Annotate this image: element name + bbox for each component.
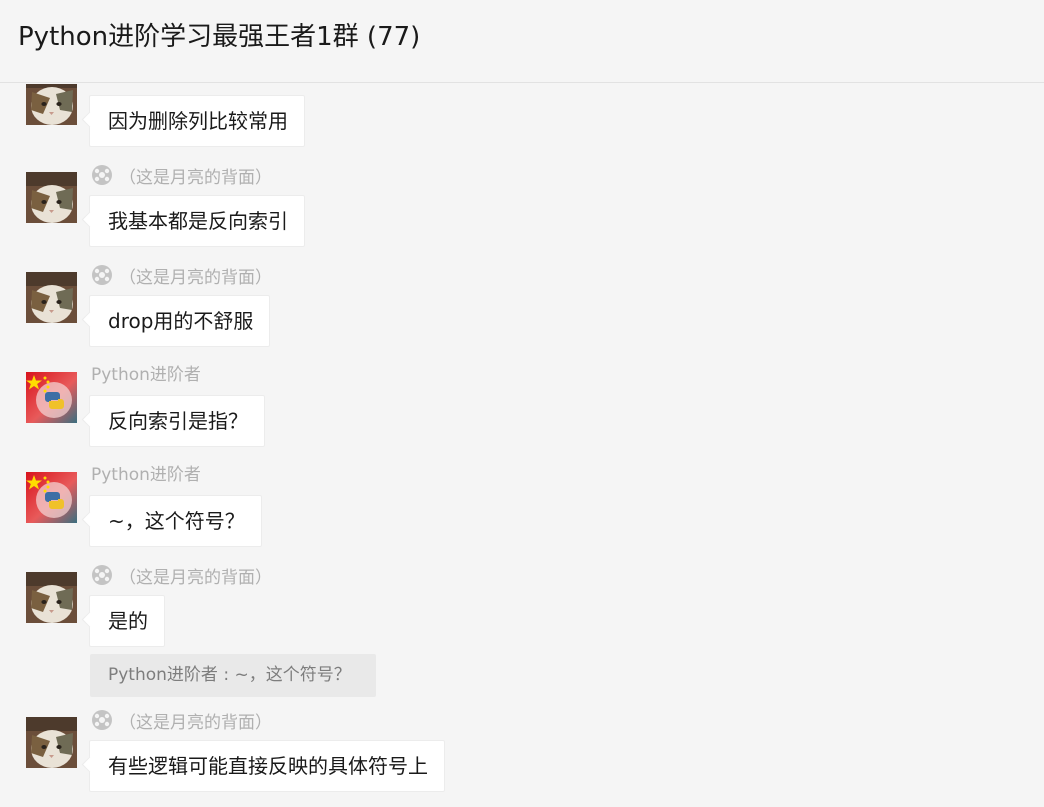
chat-title: Python进阶学习最强王者1群 (77): [18, 22, 421, 52]
message-item: Python进阶者: [0, 464, 1044, 554]
flag-python-avatar[interactable]: [26, 372, 77, 423]
basketball-emoji-icon: [91, 264, 113, 292]
message-item: （这是月亮的背面） drop用的不舒服: [0, 264, 1044, 354]
message-bubble[interactable]: 因为删除列比较常用: [89, 95, 305, 147]
cat-avatar[interactable]: [26, 84, 77, 125]
message-item: （这是月亮的背面） 是的: [0, 564, 1044, 654]
message-bubble[interactable]: drop用的不舒服: [89, 295, 271, 347]
message-list[interactable]: 因为删除列比较常用 （这是月亮的背面） 我基本都是反向索引 （这是月亮的背面） …: [0, 84, 1044, 807]
sender-name: （这是月亮的背面）: [91, 709, 272, 733]
message-item: （这是月亮的背面） 有些逻辑可能直接反映的具体符号上: [0, 709, 1044, 799]
cat-avatar[interactable]: [26, 172, 77, 223]
message-item: （这是月亮的背面） 我基本都是反向索引: [0, 164, 1044, 254]
sender-name: Python进阶者: [91, 464, 201, 486]
sender-label: （这是月亮的背面）: [119, 168, 272, 188]
sender-name: （这是月亮的背面）: [91, 164, 272, 188]
message-bubble[interactable]: 有些逻辑可能直接反映的具体符号上: [89, 740, 445, 792]
chat-header: Python进阶学习最强王者1群 (77): [0, 0, 1044, 83]
sender-label: （这是月亮的背面）: [119, 568, 272, 588]
message-bubble[interactable]: 反向索引是指？: [89, 395, 265, 447]
sender-name: Python进阶者: [91, 364, 201, 386]
sender-label: Python进阶者: [91, 365, 201, 385]
cat-avatar[interactable]: [26, 572, 77, 623]
basketball-emoji-icon: [91, 564, 113, 592]
sender-name: （这是月亮的背面）: [91, 264, 272, 288]
message-bubble[interactable]: ~，这个符号？: [89, 495, 262, 547]
message-bubble[interactable]: 是的: [89, 595, 165, 647]
sender-label: （这是月亮的背面）: [119, 268, 272, 288]
cat-avatar[interactable]: [26, 717, 77, 768]
flag-python-avatar[interactable]: [26, 472, 77, 523]
message-item: Python进阶者: [0, 364, 1044, 454]
message-item: 因为删除列比较常用: [0, 84, 1044, 147]
sender-name: （这是月亮的背面）: [91, 564, 272, 588]
sender-label: （这是月亮的背面）: [119, 713, 272, 733]
basketball-emoji-icon: [91, 709, 113, 737]
cat-avatar[interactable]: [26, 272, 77, 323]
sender-label: Python进阶者: [91, 465, 201, 485]
message-bubble[interactable]: 我基本都是反向索引: [89, 195, 305, 247]
quoted-reply[interactable]: Python进阶者 : ~，这个符号？: [90, 654, 376, 697]
basketball-emoji-icon: [91, 164, 113, 192]
